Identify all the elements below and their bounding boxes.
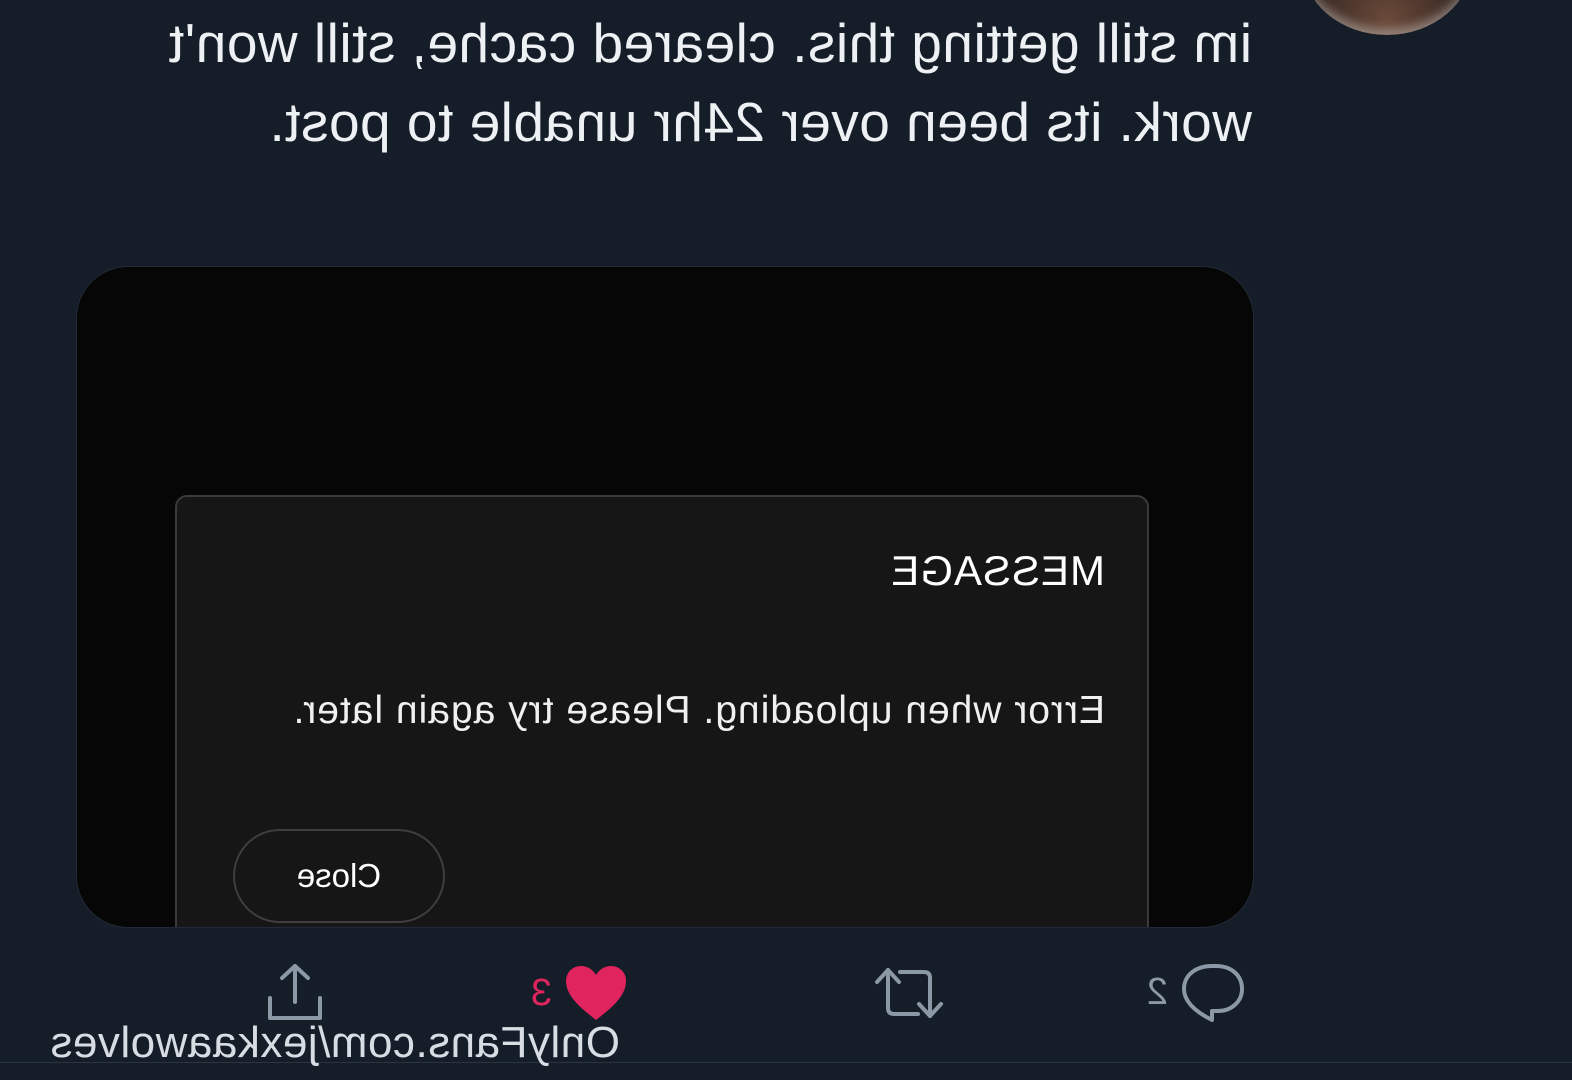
- tweet-text: im still getting this. cleared cache, st…: [168, 12, 1253, 153]
- dialog-message: Error when uploading. Please try again l…: [292, 689, 1105, 732]
- avatar[interactable]: [1302, 0, 1472, 35]
- error-dialog: MESSAGE Error when uploading. Please try…: [175, 495, 1149, 928]
- heart-icon: [564, 964, 628, 1022]
- like-button[interactable]: 3: [531, 964, 628, 1022]
- reply-icon: [1180, 962, 1246, 1022]
- mirrored-screenshot: im still getting this. cleared cache, st…: [0, 0, 1572, 1080]
- watermark: OnlyFans.com/jexkaawolves: [49, 1018, 620, 1067]
- share-icon: [264, 962, 326, 1024]
- tweet-media[interactable]: MESSAGE Error when uploading. Please try…: [76, 266, 1254, 928]
- retweet-button[interactable]: [874, 966, 944, 1020]
- reply-count: 2: [1146, 970, 1168, 1013]
- reply-button[interactable]: 2: [1147, 962, 1246, 1022]
- close-button[interactable]: Close: [233, 829, 445, 923]
- retweet-icon: [874, 966, 944, 1020]
- dialog-title: MESSAGE: [890, 547, 1105, 594]
- like-count: 3: [530, 971, 552, 1014]
- share-button[interactable]: [264, 962, 326, 1024]
